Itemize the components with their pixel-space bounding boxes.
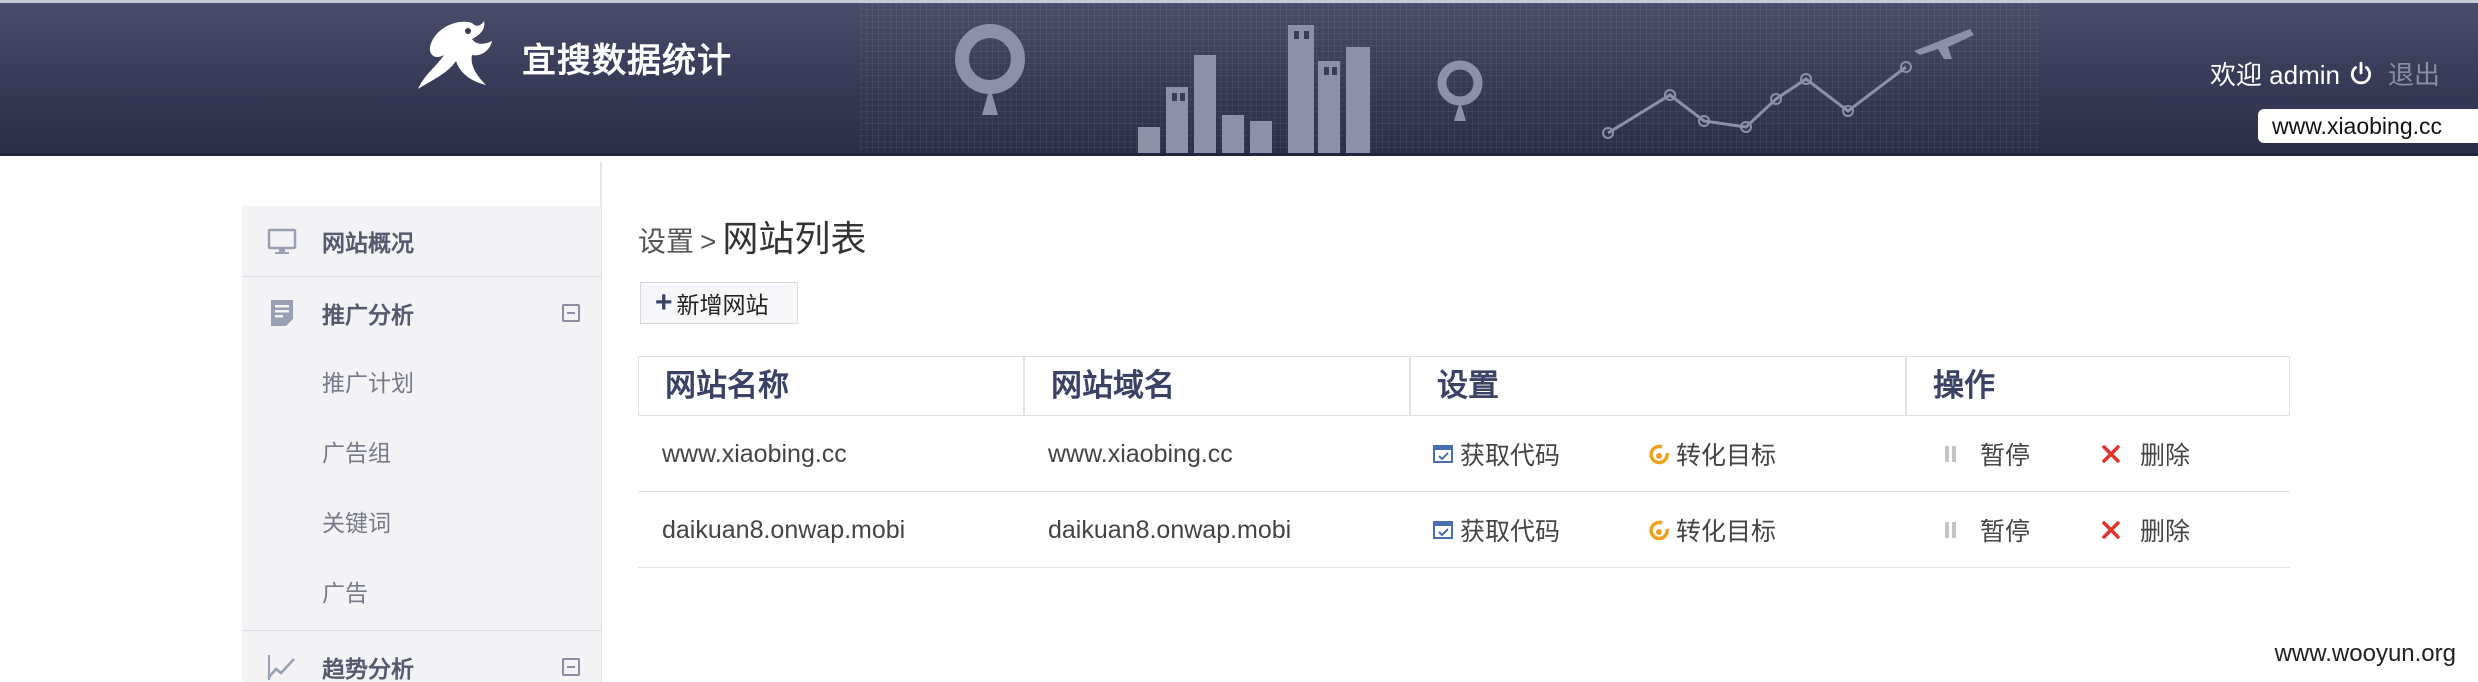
column-header-settings: 设置 xyxy=(1410,356,1906,416)
table-row: daikuan8.onwap.mobi daikuan8.onwap.mobi … xyxy=(638,492,2290,568)
sidebar-item-overview[interactable]: 网站概况 xyxy=(242,206,602,276)
add-site-button[interactable]: + 新增网站 xyxy=(640,282,798,324)
code-window-icon xyxy=(1433,445,1453,463)
welcome-text: 欢迎 admin xyxy=(2209,60,2340,90)
conversion-goal-label: 转化目标 xyxy=(1676,518,1777,546)
page-title: 网站列表 xyxy=(722,218,867,259)
site-name-cell: daikuan8.onwap.mobi xyxy=(662,516,906,544)
sidebar: 网站概况 推广分析 推广计划 广告组 关键词 广告 趋势分析 xyxy=(242,206,602,682)
top-header: 宜搜数据统计 欢迎 admin 退出 www.xiaobing.cc xyxy=(0,0,2478,156)
sidebar-item-label: 趋势分析 xyxy=(322,656,414,682)
collapse-toggle-icon[interactable] xyxy=(562,658,580,676)
column-header-actions: 操作 xyxy=(1906,356,2290,416)
sidebar-subitem-keyword[interactable]: 关键词 xyxy=(322,504,391,538)
breadcrumb-settings-link[interactable]: 设置 xyxy=(638,220,694,260)
pause-label: 暂停 xyxy=(1980,442,2031,470)
pause-label: 暂停 xyxy=(1980,518,2031,546)
monitor-icon xyxy=(267,228,297,254)
site-name-cell: www.xiaobing.cc xyxy=(662,440,847,468)
table-header: 网站名称 网站域名 设置 操作 xyxy=(638,356,2290,416)
delete-label: 删除 xyxy=(2140,518,2191,546)
pause-icon xyxy=(1945,522,1956,538)
sidebar-item-trend-analysis[interactable]: 趋势分析 xyxy=(242,632,602,682)
pause-button[interactable]: 暂停 xyxy=(1940,492,2030,568)
sidebar-separator xyxy=(242,276,602,277)
get-code-button[interactable]: 获取代码 xyxy=(1432,416,1560,492)
sidebar-item-label: 推广分析 xyxy=(322,302,414,328)
collapse-toggle-icon[interactable] xyxy=(562,304,580,322)
current-site-selector[interactable]: www.xiaobing.cc xyxy=(2258,109,2478,143)
brand-logo-icon[interactable] xyxy=(410,15,500,95)
get-code-label: 获取代码 xyxy=(1460,442,1561,470)
watermark: www.wooyun.org xyxy=(2274,640,2456,667)
header-decoration-graphics xyxy=(955,24,1974,153)
power-icon[interactable] xyxy=(2348,61,2374,87)
close-icon xyxy=(2102,445,2120,463)
delete-label: 删除 xyxy=(2140,442,2191,470)
get-code-label: 获取代码 xyxy=(1460,518,1561,546)
sidebar-subitem-plan[interactable]: 推广计划 xyxy=(322,364,414,398)
pause-icon xyxy=(1945,446,1956,462)
trend-icon xyxy=(267,655,295,680)
table-row: www.xiaobing.cc www.xiaobing.cc 获取代码 转化目… xyxy=(638,416,2290,492)
sidebar-subitem-adgroup[interactable]: 广告组 xyxy=(322,434,391,468)
column-header-site-name: 网站名称 xyxy=(638,356,1024,416)
conversion-goal-button[interactable]: 转化目标 xyxy=(1648,492,1776,568)
add-site-label: 新增网站 xyxy=(676,292,769,318)
brand-title: 宜搜数据统计 xyxy=(522,42,732,80)
target-icon xyxy=(1649,444,1669,465)
close-icon xyxy=(2102,521,2120,539)
site-domain-cell: www.xiaobing.cc xyxy=(1048,440,1233,468)
document-icon xyxy=(271,300,293,326)
conversion-goal-button[interactable]: 转化目标 xyxy=(1648,416,1776,492)
site-domain-cell: daikuan8.onwap.mobi xyxy=(1048,516,1292,544)
site-list-table: 网站名称 网站域名 设置 操作 www.xiaobing.cc www.xiao… xyxy=(638,356,2290,568)
breadcrumb-separator: > xyxy=(700,226,717,257)
sidebar-separator xyxy=(242,630,602,631)
column-header-site-domain: 网站域名 xyxy=(1024,356,1410,416)
delete-button[interactable]: 删除 xyxy=(2100,416,2190,492)
conversion-goal-label: 转化目标 xyxy=(1676,442,1777,470)
breadcrumb: 设置 > 网站列表 xyxy=(638,210,866,262)
sidebar-item-label: 网站概况 xyxy=(322,230,414,256)
delete-button[interactable]: 删除 xyxy=(2100,492,2190,568)
code-window-icon xyxy=(1433,521,1453,539)
get-code-button[interactable]: 获取代码 xyxy=(1432,492,1560,568)
user-welcome: 欢迎 admin 退出 xyxy=(2210,55,2440,92)
sidebar-subitem-ad[interactable]: 广告 xyxy=(322,574,368,608)
plus-icon: + xyxy=(655,286,673,319)
sidebar-item-promotion-analysis[interactable]: 推广分析 xyxy=(242,278,602,348)
pause-button[interactable]: 暂停 xyxy=(1940,416,2030,492)
logout-link[interactable]: 退出 xyxy=(2388,55,2440,92)
target-icon xyxy=(1649,520,1669,541)
